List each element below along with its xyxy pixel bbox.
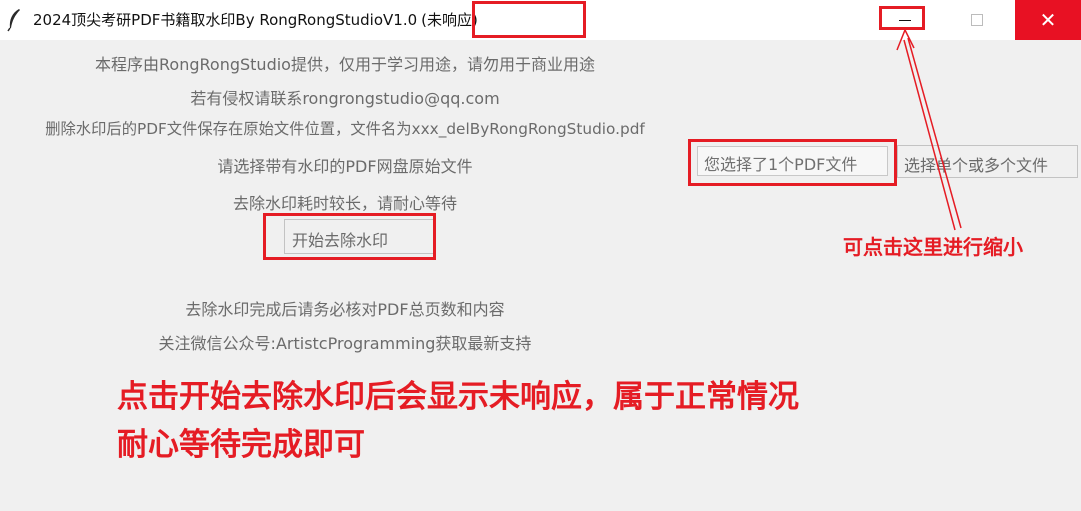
note-line-1: 点击开始去除水印后会显示未响应，属于正常情况 — [117, 379, 799, 415]
note-line-2: 耐心等待完成即可 — [117, 427, 365, 463]
minimize-hint-text: 可点击这里进行缩小 — [843, 235, 1023, 259]
